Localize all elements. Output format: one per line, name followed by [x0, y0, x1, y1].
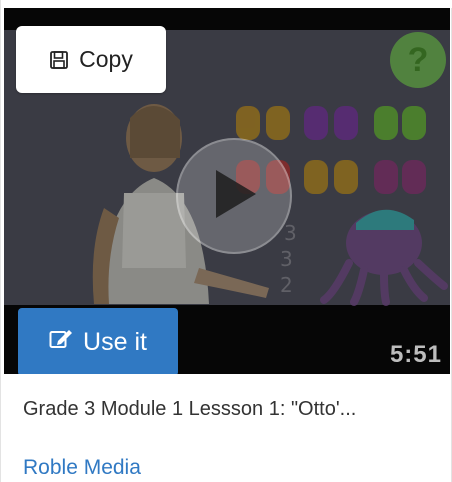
edit-pencil-icon [49, 328, 73, 357]
play-icon [208, 166, 260, 227]
author-link[interactable]: Roble Media [23, 456, 141, 480]
use-it-button[interactable]: Use it [18, 308, 178, 374]
svg-text:2: 2 [280, 273, 293, 297]
video-card: 3 3 2 Copy ? Use it 5:51 Grade 3 Module … [0, 0, 452, 482]
video-duration: 5:51 [389, 341, 442, 368]
floppy-disk-icon [49, 50, 69, 70]
question-mark-icon[interactable]: ? [390, 32, 446, 88]
svg-text:3: 3 [280, 247, 293, 271]
copy-button-label: Copy [79, 46, 133, 72]
video-thumbnail[interactable]: 3 3 2 Copy ? Use it 5:51 [4, 8, 450, 374]
card-top-spacer [1, 0, 452, 8]
video-title[interactable]: Grade 3 Module 1 Lessson 1: "Otto'... [23, 398, 443, 421]
use-it-label: Use it [83, 327, 147, 356]
play-button[interactable] [176, 138, 292, 254]
copy-button[interactable]: Copy [16, 26, 166, 93]
svg-text:3: 3 [284, 221, 297, 245]
